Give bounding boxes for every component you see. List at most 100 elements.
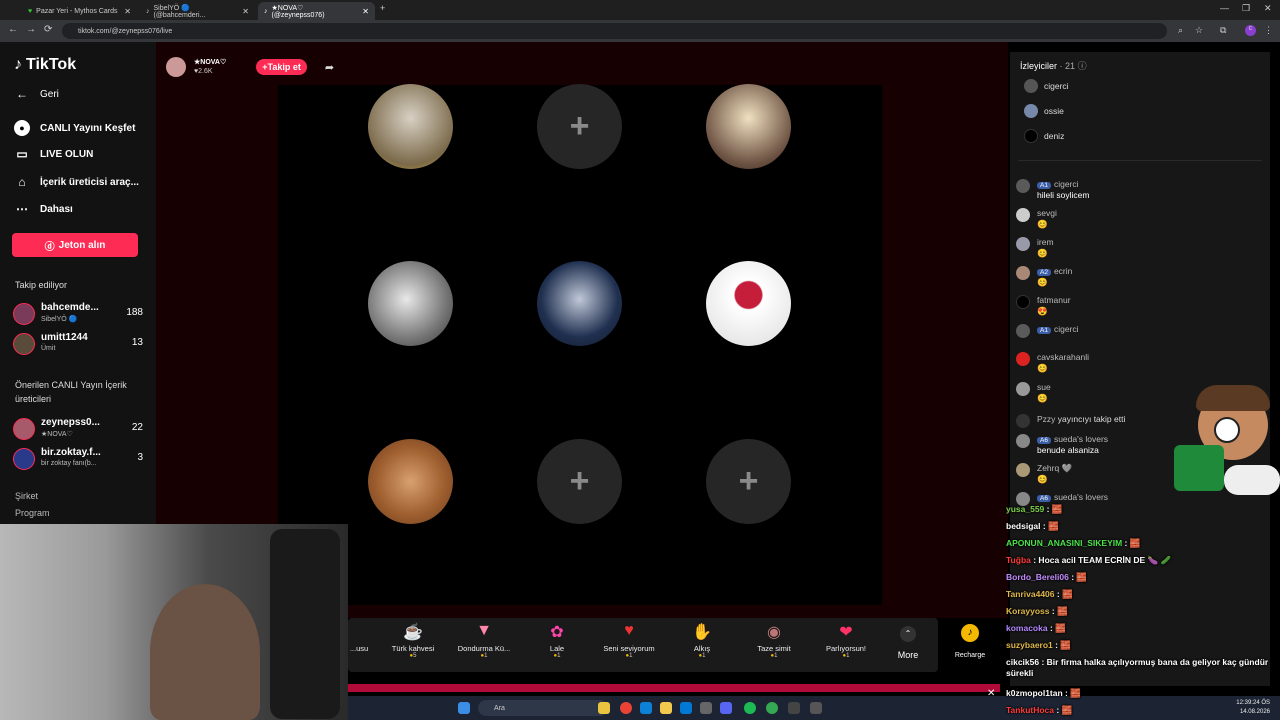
- avatar[interactable]: [1016, 237, 1030, 251]
- tiktok-logo[interactable]: ♪ TikTok: [14, 56, 76, 74]
- avatar[interactable]: [1016, 324, 1030, 338]
- more-gifts-button[interactable]: ⌃ More: [888, 626, 928, 660]
- guest-video[interactable]: [368, 439, 453, 524]
- browser-menu-icon[interactable]: ⋮: [1264, 25, 1273, 36]
- start-icon[interactable]: [458, 702, 470, 714]
- tab-title: ★NOVA♡ (@zeynepss076): [271, 4, 325, 19]
- footer-link-company[interactable]: Şirket: [15, 491, 38, 501]
- following-account[interactable]: bahcemde... SibelYÖ 🔵 188: [13, 301, 143, 327]
- add-guest-button[interactable]: +: [706, 439, 791, 524]
- chat-username[interactable]: cigerci: [1054, 179, 1079, 189]
- chat-username[interactable]: sueda's lovers: [1054, 434, 1108, 444]
- tab-nova[interactable]: ♪ ★NOVA♡ (@zeynepss076) ✕: [258, 2, 375, 20]
- guest-video[interactable]: [537, 261, 622, 346]
- close-icon[interactable]: ✕: [242, 7, 249, 16]
- footer-link-program[interactable]: Program: [15, 508, 50, 518]
- edge-icon[interactable]: [640, 702, 652, 714]
- spotify-icon[interactable]: [744, 702, 756, 714]
- forward-arrow-icon[interactable]: →: [26, 24, 36, 35]
- discord-icon[interactable]: [720, 702, 732, 714]
- guest-video[interactable]: [368, 261, 453, 346]
- zoom-icon[interactable]: ⌕: [1178, 25, 1183, 36]
- new-tab-icon[interactable]: +: [380, 3, 385, 13]
- info-icon[interactable]: ⓘ: [1078, 61, 1087, 71]
- gift-item[interactable]: ▼ Dondurma Kü... ●1: [449, 622, 519, 659]
- share-icon[interactable]: ➦: [325, 61, 334, 74]
- host-name[interactable]: ★NOVA♡: [194, 58, 226, 67]
- window-close-icon[interactable]: ✕: [1264, 3, 1272, 14]
- sidebar-item-more[interactable]: ⋯ Dahası: [14, 202, 73, 216]
- avatar[interactable]: [1016, 434, 1030, 448]
- add-guest-button[interactable]: +: [537, 84, 622, 169]
- chat-username[interactable]: fatmanur: [1037, 295, 1071, 305]
- chat-username[interactable]: sevgi: [1037, 208, 1057, 218]
- guest-video[interactable]: [706, 84, 791, 169]
- gift-item[interactable]: ✋ Alkış ●1: [667, 622, 737, 659]
- taskbar-app-icon[interactable]: [598, 702, 610, 714]
- chrome-icon[interactable]: [620, 702, 632, 714]
- chat-username[interactable]: Zehrq 🩶: [1037, 463, 1072, 474]
- gift-item[interactable]: ◉ Taze simit ●1: [739, 622, 809, 659]
- avatar[interactable]: [1016, 295, 1030, 309]
- minimize-icon[interactable]: —: [1220, 3, 1229, 13]
- taskbar-search[interactable]: Ara: [478, 700, 608, 716]
- viewer-item[interactable]: deniz: [1024, 129, 1064, 143]
- sidebar-item-live-discover[interactable]: ● CANLI Yayını Keşfet: [14, 120, 135, 136]
- get-coins-button[interactable]: ⓓ Jeton alın: [12, 233, 138, 257]
- maximize-icon[interactable]: ❐: [1242, 3, 1250, 14]
- avatar[interactable]: [1016, 266, 1030, 280]
- profile-avatar[interactable]: c: [1245, 25, 1256, 36]
- avatar: [1024, 129, 1038, 143]
- viewer-item[interactable]: cigerci: [1024, 79, 1069, 93]
- chat-username[interactable]: cigerci: [1054, 324, 1079, 334]
- store-icon[interactable]: [680, 702, 692, 714]
- account-subtitle: Ümit: [41, 345, 56, 352]
- system-clock[interactable]: 12:39:24 ÖS 14.08.2026: [1236, 699, 1270, 717]
- reload-icon[interactable]: ⟳: [44, 24, 52, 35]
- taskbar-app-icon[interactable]: [810, 702, 822, 714]
- gift-item[interactable]: ✿ Lale ●1: [522, 622, 592, 659]
- sidebar-item-creator-tools[interactable]: ⌂ İçerik üreticisi araç...: [14, 175, 139, 189]
- taskbar-app-icon[interactable]: [788, 702, 800, 714]
- tab-bahcemderi[interactable]: ♪ SibelYÖ 🔵 (@bahcemderi... ✕: [140, 2, 255, 20]
- chat-username[interactable]: cavskarahanli: [1037, 352, 1089, 362]
- url-field[interactable]: tiktok.com/@zeynepss076/live: [62, 23, 1167, 39]
- folder-icon[interactable]: [660, 702, 672, 714]
- sidebar-item-go-live[interactable]: ▭ LIVE OLUN: [14, 147, 93, 161]
- avatar[interactable]: [1016, 463, 1030, 477]
- chrome-profile-icon[interactable]: [766, 702, 778, 714]
- gift-item[interactable]: ♥ Seni seviyorum ●1: [594, 622, 664, 659]
- chat-username[interactable]: sue: [1037, 382, 1051, 392]
- taskbar-app-icon[interactable]: [700, 702, 712, 714]
- chat-text: 😊: [1037, 363, 1048, 373]
- chat-username[interactable]: ecrin: [1054, 266, 1072, 276]
- host-avatar[interactable]: [166, 57, 186, 77]
- overlay-chat-line: APONUN_ANASINI_SIKEYIM : 🧱: [1006, 538, 1140, 549]
- close-icon[interactable]: ✕: [124, 7, 131, 16]
- avatar[interactable]: [1016, 414, 1030, 428]
- back-link[interactable]: ← Geri: [14, 87, 59, 101]
- guest-video[interactable]: [368, 84, 453, 169]
- gift-item[interactable]: ☕ Türk kahvesi ●5: [378, 622, 448, 659]
- avatar[interactable]: [1016, 208, 1030, 222]
- recharge-button[interactable]: ♪ Recharge: [944, 618, 996, 672]
- gift-item[interactable]: ❤ Parlıyorsun! ●1: [811, 622, 881, 659]
- chat-username[interactable]: sueda's lovers: [1054, 492, 1108, 502]
- avatar[interactable]: [1016, 179, 1030, 193]
- suggested-account[interactable]: bir.zoktay.f... bir zoktay fanı(b... 3: [13, 446, 143, 472]
- viewer-item[interactable]: ossie: [1024, 104, 1064, 118]
- following-account[interactable]: umitt1244 Ümit 13: [13, 331, 143, 357]
- bookmark-star-icon[interactable]: ☆: [1195, 25, 1203, 36]
- chat-username[interactable]: irem: [1037, 237, 1054, 247]
- chat-username[interactable]: Pzzy: [1037, 414, 1055, 424]
- guest-video[interactable]: [706, 261, 791, 346]
- follow-button[interactable]: +Takip et: [256, 59, 307, 75]
- back-arrow-icon[interactable]: ←: [8, 24, 18, 35]
- avatar[interactable]: [1016, 352, 1030, 366]
- close-icon[interactable]: ✕: [362, 7, 369, 16]
- avatar[interactable]: [1016, 382, 1030, 396]
- add-guest-button[interactable]: +: [537, 439, 622, 524]
- extensions-icon[interactable]: ⧉: [1220, 25, 1226, 36]
- suggested-account[interactable]: zeynepss0... ★NOVA♡ 22: [13, 416, 143, 442]
- tab-mythos[interactable]: ♥ Pazar Yeri - Mythos Cards ✕: [22, 2, 137, 20]
